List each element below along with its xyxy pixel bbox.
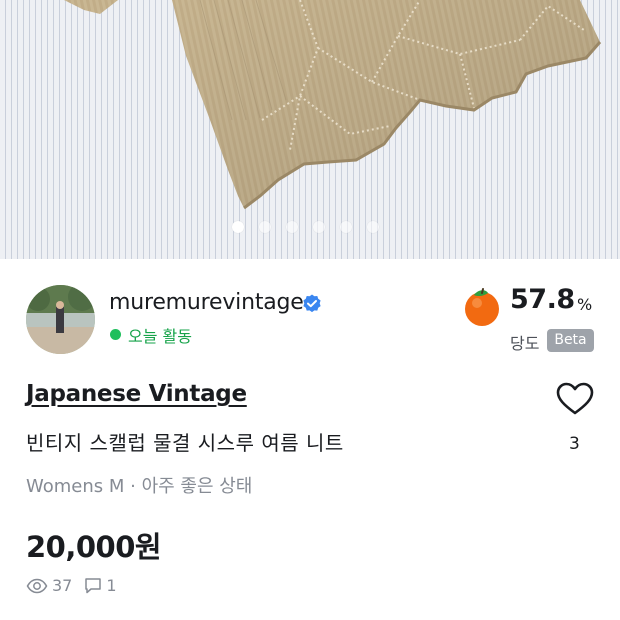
product-stats: 37 1: [26, 576, 129, 595]
seller-activity: 오늘 활동: [128, 327, 192, 346]
carousel-dot-3[interactable]: [286, 221, 298, 233]
product-price: 20,000원: [26, 530, 162, 564]
carousel-dot-2[interactable]: [259, 221, 271, 233]
view-count: 37: [52, 576, 73, 595]
temperature-unit: %: [577, 295, 593, 314]
product-meta: Womens M · 아주 좋은 상태: [26, 476, 253, 497]
like-count: 3: [569, 434, 580, 454]
carousel-dot-5[interactable]: [340, 221, 352, 233]
seller-name[interactable]: muremurevintage: [109, 290, 304, 315]
eye-icon: [26, 578, 48, 593]
carousel-indicator: [232, 221, 379, 233]
like-heart-icon[interactable]: [556, 382, 594, 416]
carousel-dot-6[interactable]: [367, 221, 379, 233]
chat-count: 1: [106, 576, 117, 595]
carousel-dot-1[interactable]: [232, 221, 244, 233]
beta-badge: Beta: [547, 329, 594, 352]
seller-avatar[interactable]: [26, 285, 95, 354]
carousel-dot-4[interactable]: [313, 221, 325, 233]
temperature-label: 당도: [510, 334, 540, 353]
orange-fruit-icon: [465, 288, 499, 326]
brand-link[interactable]: Japanese Vintage: [26, 381, 247, 407]
activity-status-dot: [110, 329, 121, 340]
chat-icon: [85, 578, 102, 594]
verified-badge-icon: [303, 294, 321, 313]
product-title: 빈티지 스캘럽 물결 시스루 여름 니트: [26, 431, 344, 455]
product-photo[interactable]: [0, 0, 620, 259]
seller-temperature: 57.8: [510, 284, 575, 315]
